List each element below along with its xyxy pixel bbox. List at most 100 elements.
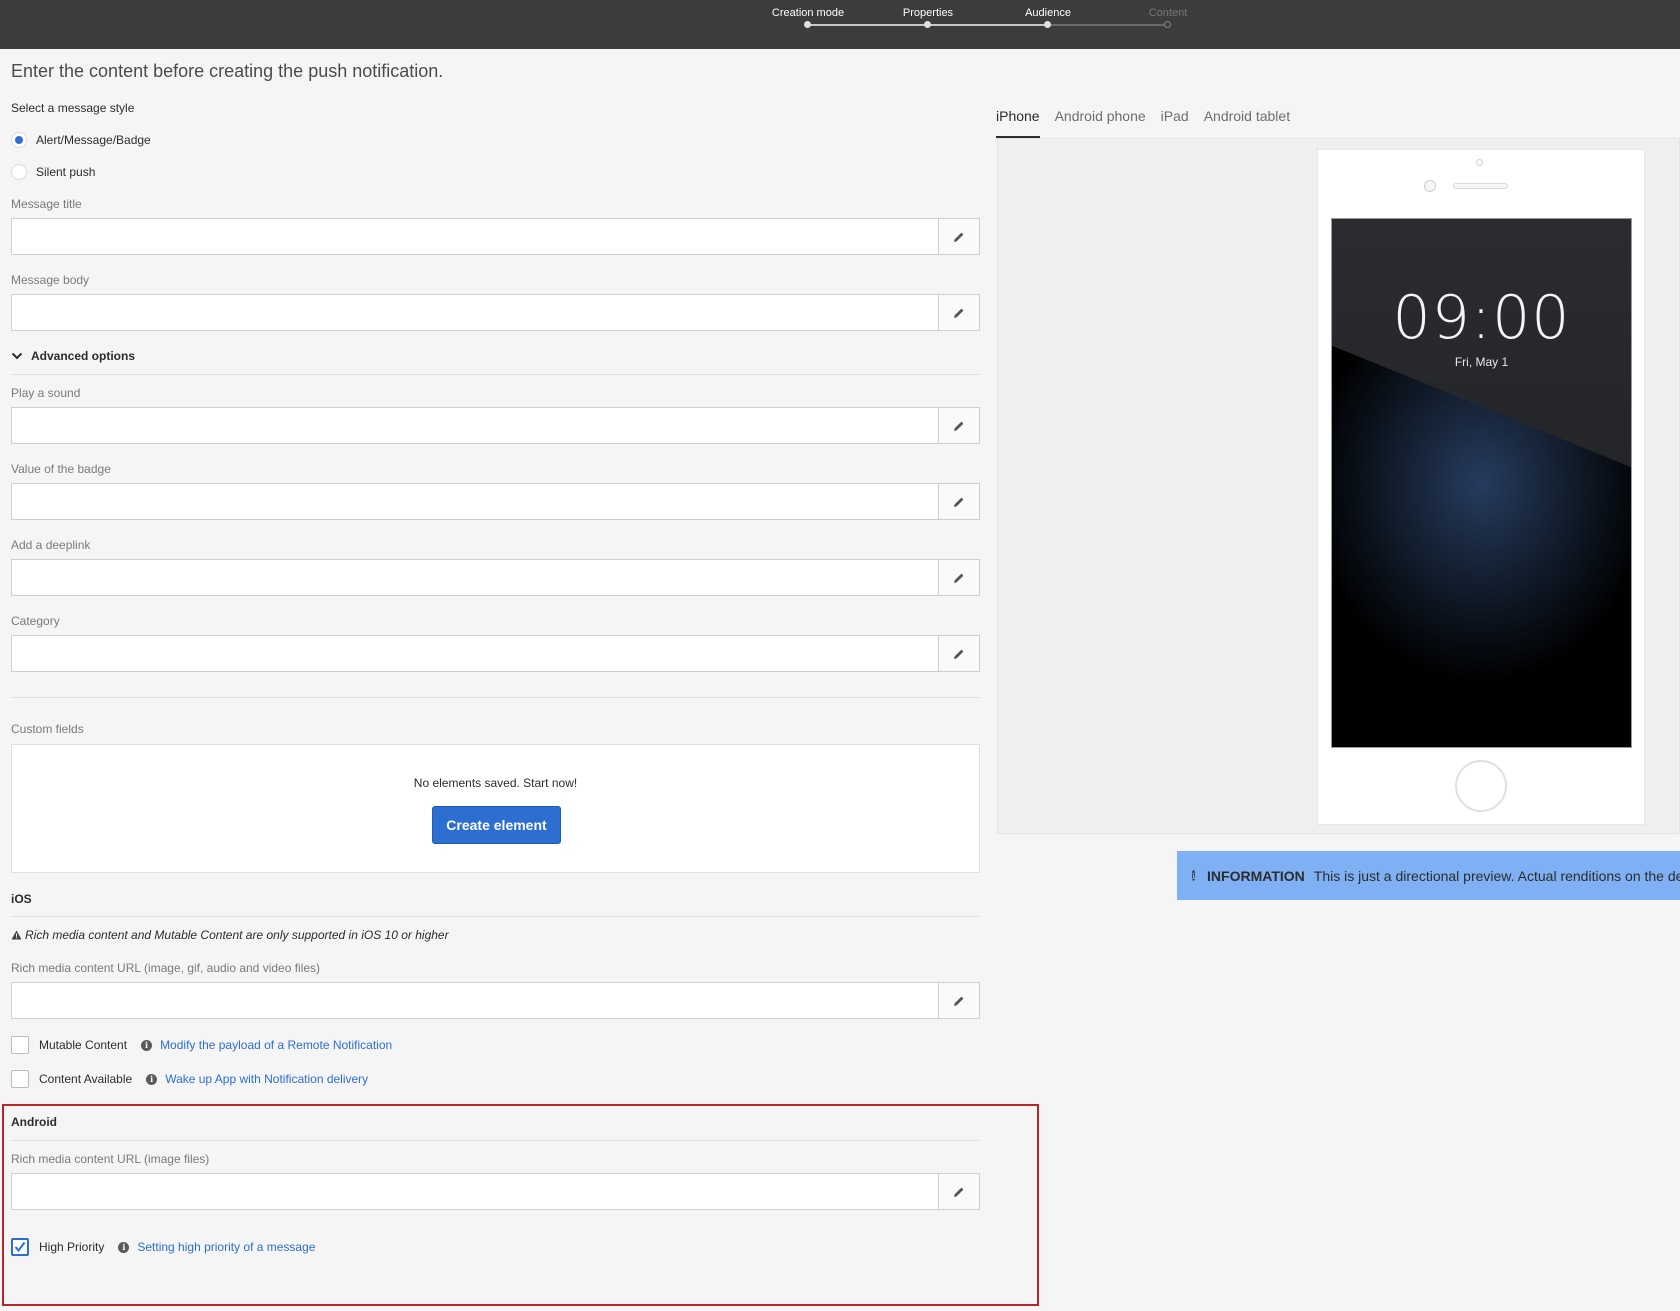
information-text: This is just a directional preview. Actu…: [1313, 867, 1680, 884]
deeplink-input[interactable]: [12, 560, 940, 595]
android-rich-media-field: [11, 1173, 980, 1210]
warning-icon: [11, 930, 22, 940]
tab-android-phone[interactable]: Android phone: [1055, 108, 1146, 136]
edit-button[interactable]: [938, 560, 979, 595]
create-element-button[interactable]: Create element: [432, 806, 561, 844]
checkmark-icon: [14, 1241, 26, 1253]
tab-ipad[interactable]: iPad: [1161, 108, 1189, 136]
phone-lock-screen: 09:00 Fri, May 1: [1331, 218, 1632, 748]
home-button: [1455, 760, 1507, 812]
category-label: Category: [11, 614, 60, 628]
edit-button[interactable]: [938, 484, 979, 519]
message-body-field: [11, 294, 980, 331]
mutable-content-help-link[interactable]: Modify the payload of a Remote Notificat…: [160, 1038, 392, 1052]
deeplink-field: [11, 559, 980, 596]
badge-value-label: Value of the badge: [11, 462, 111, 476]
divider: [11, 916, 980, 917]
pencil-icon: [954, 308, 964, 318]
pencil-icon: [954, 232, 964, 242]
radio-silent-push[interactable]: Silent push: [11, 163, 95, 181]
advanced-options-toggle[interactable]: Advanced options: [11, 349, 135, 363]
message-style-label: Select a message style: [11, 101, 135, 115]
step-label: Audience: [1025, 7, 1071, 19]
mutable-content-checkbox[interactable]: [11, 1036, 29, 1054]
message-title-input[interactable]: [12, 219, 940, 254]
edit-button[interactable]: [938, 295, 979, 330]
edit-button[interactable]: [938, 1174, 979, 1209]
radio-alert-message-badge[interactable]: Alert/Message/Badge: [11, 131, 151, 149]
divider: [11, 1140, 980, 1141]
pencil-icon: [954, 649, 964, 659]
content-available-checkbox[interactable]: [11, 1070, 29, 1088]
high-priority-checkbox[interactable]: [11, 1238, 29, 1256]
pencil-icon: [954, 1187, 964, 1197]
badge-value-input[interactable]: [12, 484, 940, 519]
radio-button[interactable]: [11, 132, 27, 148]
device-tabs: iPhone Android phone iPad Android tablet: [996, 108, 1305, 138]
step-dot: [1044, 21, 1051, 28]
android-rich-media-label: Rich media content URL (image files): [11, 1152, 210, 1166]
high-priority-row: High Priority i Setting high priority of…: [11, 1237, 315, 1257]
ios-warning: Rich media content and Mutable Content a…: [11, 928, 449, 942]
edit-button[interactable]: [938, 983, 979, 1018]
tab-android-tablet[interactable]: Android tablet: [1204, 108, 1290, 136]
wizard-bar: Creation mode Properties Audience Conten…: [0, 0, 1680, 49]
step-label: Creation mode: [771, 7, 845, 19]
edit-button[interactable]: [938, 636, 979, 671]
step-dot: [804, 21, 811, 28]
play-sound-input[interactable]: [12, 408, 940, 443]
step-audience[interactable]: Audience: [988, 0, 1108, 28]
info-icon: i: [141, 1039, 153, 1051]
high-priority-help-link[interactable]: Setting high priority of a message: [137, 1240, 315, 1254]
android-rich-media-input[interactable]: [12, 1174, 940, 1209]
step-content[interactable]: Content: [1108, 0, 1228, 28]
advanced-options-title: Advanced options: [31, 349, 136, 363]
mutable-content-row: Mutable Content i Modify the payload of …: [11, 1035, 392, 1055]
pencil-icon: [954, 996, 964, 1006]
ios-rich-media-label: Rich media content URL (image, gif, audi…: [11, 961, 321, 975]
lock-screen-date: Fri, May 1: [1454, 355, 1509, 369]
ios-section-title: iOS: [11, 892, 32, 906]
message-title-label: Message title: [11, 197, 82, 211]
iphone-mockup: 09:00 Fri, May 1: [1317, 149, 1645, 825]
phone-sensor: [1424, 180, 1436, 192]
content-available-row: Content Available i Wake up App with Not…: [11, 1069, 368, 1089]
info-icon: i: [118, 1241, 130, 1253]
radio-label: Alert/Message/Badge: [36, 133, 151, 147]
play-sound-label: Play a sound: [11, 386, 81, 400]
badge-value-field: [11, 483, 980, 520]
edit-button[interactable]: [938, 408, 979, 443]
information-banner: i INFORMATION This is just a directional…: [1177, 851, 1680, 900]
step-creation-mode[interactable]: Creation mode: [748, 0, 868, 28]
mutable-content-label: Mutable Content: [39, 1038, 128, 1052]
message-body-label: Message body: [11, 273, 90, 287]
info-icon: i: [146, 1073, 158, 1085]
pencil-icon: [954, 497, 964, 507]
divider: [11, 697, 980, 698]
tab-iphone[interactable]: iPhone: [996, 108, 1040, 138]
ios-rich-media-input[interactable]: [12, 983, 940, 1018]
edit-button[interactable]: [938, 219, 979, 254]
content-available-label: Content Available: [39, 1072, 133, 1086]
step-dot: [924, 21, 931, 28]
message-body-input[interactable]: [12, 295, 940, 330]
wizard-steps: Creation mode Properties Audience Conten…: [772, 0, 1187, 49]
content-available-help-link[interactable]: Wake up App with Notification delivery: [165, 1072, 368, 1086]
category-field: [11, 635, 980, 672]
lock-screen-clock: 09:00: [1392, 283, 1571, 353]
step-properties[interactable]: Properties: [868, 0, 988, 28]
information-title: INFORMATION: [1207, 867, 1305, 884]
category-input[interactable]: [12, 636, 940, 671]
custom-fields-panel: No elements saved. Start now! Create ele…: [11, 744, 980, 873]
step-label: Properties: [902, 7, 954, 19]
empty-state-text: No elements saved. Start now!: [413, 776, 578, 790]
message-title-field: [11, 218, 980, 255]
radio-label: Silent push: [36, 165, 96, 179]
phone-speaker: [1453, 183, 1508, 189]
android-section-title: Android: [11, 1115, 57, 1129]
step-dot: [1164, 21, 1171, 28]
page-title: Enter the content before creating the pu…: [11, 61, 444, 81]
radio-button[interactable]: [11, 164, 27, 180]
pencil-icon: [954, 573, 964, 583]
divider: [11, 374, 980, 375]
